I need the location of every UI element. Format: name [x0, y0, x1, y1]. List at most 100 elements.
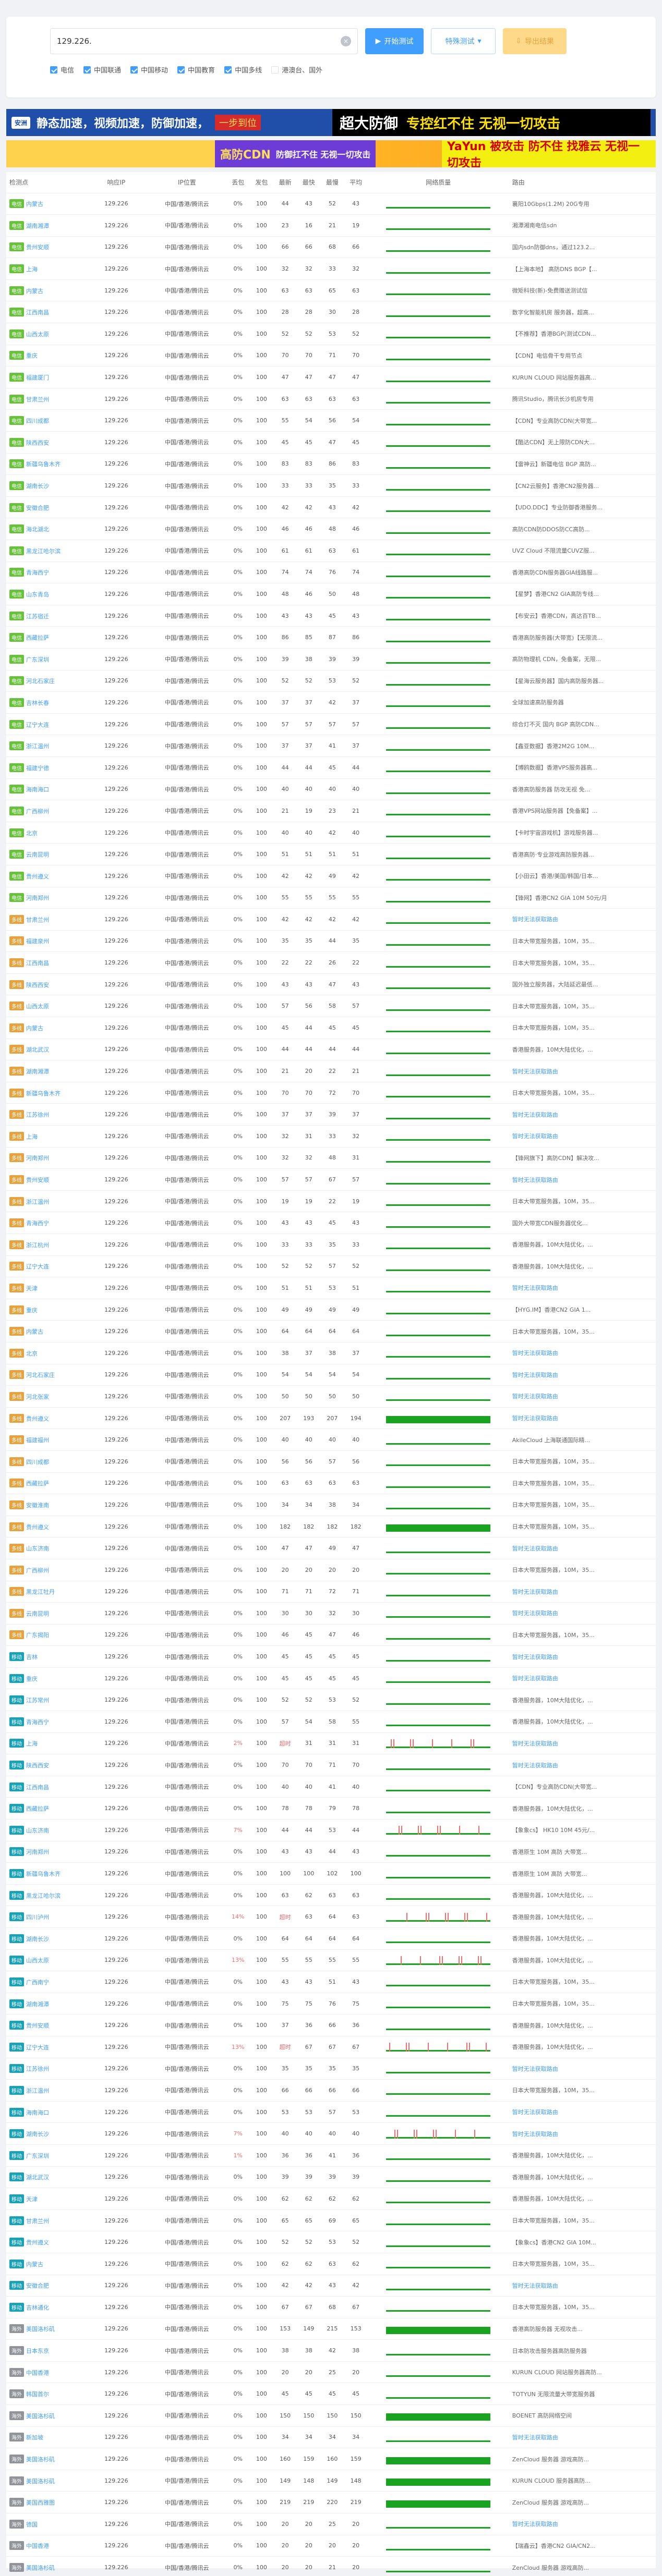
col-geo[interactable]: IP位置 — [148, 172, 226, 193]
cell-route[interactable]: 暂时无法获取路由 — [509, 1364, 656, 1386]
route-link[interactable]: 暂时无法获取路由 — [512, 1285, 558, 1291]
cell-route[interactable]: 暂时无法获取路由 — [509, 1385, 656, 1408]
cell-route[interactable]: 暂时无法获取路由 — [509, 1581, 656, 1603]
filter-checkbox[interactable]: 港澳台、国外 — [271, 65, 322, 75]
filter-checkbox[interactable]: 电信 — [50, 65, 74, 75]
col-sent[interactable]: 发包 — [249, 172, 273, 193]
filter-checkbox[interactable]: 中国教育 — [177, 65, 215, 75]
quality-sparkline — [386, 2413, 491, 2421]
cell-node: 电信 江苏宿迁 — [6, 605, 85, 627]
route-link[interactable]: 暂时无法获取路由 — [512, 1740, 558, 1747]
isp-badge: 移动 — [9, 1761, 24, 1770]
route-link[interactable]: 暂时无法获取路由 — [512, 2109, 558, 2116]
col-avg[interactable]: 平均 — [344, 172, 368, 193]
checkbox-icon[interactable] — [177, 66, 185, 74]
col-worst[interactable]: 最慢 — [320, 172, 344, 193]
col-last[interactable]: 最新 — [273, 172, 297, 193]
cell-route[interactable]: 暂时无法获取路由 — [509, 1125, 656, 1147]
route-link[interactable]: 暂时无法获取路由 — [512, 1393, 558, 1400]
route-link[interactable]: 暂时无法获取路由 — [512, 1589, 558, 1595]
cell-ip: 129.226 — [85, 1862, 148, 1885]
col-quality[interactable]: 网络质量 — [367, 172, 509, 193]
cell-quality — [367, 1776, 509, 1798]
cell-route[interactable]: 暂时无法获取路由 — [509, 2275, 656, 2297]
cell-route[interactable]: 暂时无法获取路由 — [509, 1407, 656, 1430]
cell-sent: 100 — [249, 822, 273, 844]
filter-checkbox[interactable]: 中国多线 — [224, 65, 262, 75]
route-link[interactable]: 暂时无法获取路由 — [512, 1372, 558, 1378]
search-value[interactable]: 129.226. — [57, 36, 341, 46]
col-best[interactable]: 最快 — [297, 172, 321, 193]
route-link[interactable]: 暂时无法获取路由 — [512, 1112, 558, 1118]
ad-banner-top[interactable]: 安洲 静态加速，视频加速，防御加速， 一步到位 超大防御 专控红不住 无视一切攻… — [6, 109, 656, 136]
filter-checkbox[interactable]: 中国联通 — [83, 65, 121, 75]
ad-banner-bottom[interactable]: 高防CDN 防御扛不住 无视一切攻击 YaYun 被攻击 防不住 找雅云 无视一… — [6, 140, 656, 167]
route-link[interactable]: 暂时无法获取路由 — [512, 1177, 558, 1183]
cell-route[interactable]: 暂时无法获取路由 — [509, 1667, 656, 1690]
cell-geo: 中国/香港/腾讯云 — [148, 800, 226, 822]
clear-icon[interactable]: × — [341, 36, 351, 46]
route-link[interactable]: 暂时无法获取路由 — [512, 1545, 558, 1552]
route-link[interactable]: 暂时无法获取路由 — [512, 1350, 558, 1357]
cell-route[interactable]: 暂时无法获取路由 — [509, 2513, 656, 2535]
isp-badge: 多线 — [9, 1522, 24, 1531]
cell-quality — [367, 474, 509, 497]
cell-route[interactable]: 暂时无法获取路由 — [509, 2426, 656, 2449]
route-text: 香港原生 10M 高防 大带宽... — [512, 1848, 587, 1855]
col-node[interactable]: 检测点 — [6, 172, 85, 193]
route-link[interactable]: 暂时无法获取路由 — [512, 2131, 558, 2138]
cell-route[interactable]: 暂时无法获取路由 — [509, 2058, 656, 2080]
cell-route[interactable]: 暂时无法获取路由 — [509, 2122, 656, 2145]
search-input[interactable]: 129.226. × — [50, 28, 358, 54]
cell-geo: 中国/香港/腾讯云 — [148, 2058, 226, 2080]
cell-route[interactable]: 暂时无法获取路由 — [509, 1168, 656, 1191]
cell-worst: 57 — [320, 1255, 344, 1278]
cell-avg: 100 — [344, 1862, 368, 1885]
checkbox-icon[interactable] — [271, 66, 279, 74]
cell-route[interactable]: 暂时无法获取路由 — [509, 2101, 656, 2123]
checkbox-icon[interactable] — [83, 66, 91, 74]
cell-route[interactable]: 暂时无法获取路由 — [509, 1342, 656, 1364]
route-link[interactable]: 暂时无法获取路由 — [512, 916, 558, 923]
route-link[interactable]: 暂时无法获取路由 — [512, 1762, 558, 1769]
route-link[interactable]: 暂时无法获取路由 — [512, 2521, 558, 2528]
route-link[interactable]: 暂时无法获取路由 — [512, 1610, 558, 1617]
col-ip[interactable]: 响应IP — [85, 172, 148, 193]
cell-route[interactable]: 暂时无法获取路由 — [509, 1103, 656, 1126]
route-link[interactable]: 暂时无法获取路由 — [512, 2434, 558, 2441]
cell-route[interactable]: 暂时无法获取路由 — [509, 1060, 656, 1082]
isp-badge: 多线 — [9, 958, 24, 968]
cell-geo: 中国/香港/腾讯云 — [148, 1776, 226, 1798]
route-link[interactable]: 暂时无法获取路由 — [512, 1068, 558, 1075]
export-button[interactable]: ⇩ 导出结果 — [503, 28, 567, 54]
checkbox-icon[interactable] — [130, 66, 138, 74]
route-link[interactable]: 暂时无法获取路由 — [512, 1415, 558, 1422]
quality-sparkline — [386, 337, 491, 339]
cell-route[interactable]: 暂时无法获取路由 — [509, 908, 656, 931]
checkbox-icon[interactable] — [50, 66, 57, 74]
cell-route[interactable]: 暂时无法获取路由 — [509, 1732, 656, 1755]
cell-ip: 129.226 — [85, 1906, 148, 1928]
node-location: 美国西雅图 — [26, 2499, 55, 2507]
cell-route[interactable]: 暂时无法获取路由 — [509, 1277, 656, 1299]
cell-route[interactable]: 暂时无法获取路由 — [509, 1645, 656, 1668]
col-loss[interactable]: 丢包 — [226, 172, 250, 193]
cell-avg: 53 — [344, 2101, 368, 2123]
route-link[interactable]: 暂时无法获取路由 — [512, 2282, 558, 2289]
cell-route[interactable]: 暂时无法获取路由 — [509, 1754, 656, 1776]
cell-route[interactable]: 暂时无法获取路由 — [509, 1602, 656, 1625]
filter-checkbox[interactable]: 中国移动 — [130, 65, 168, 75]
cell-last: 32 — [273, 1147, 297, 1169]
special-test-button[interactable]: 特殊测试 ▾ — [431, 28, 496, 54]
cell-route[interactable]: 暂时无法获取路由 — [509, 1537, 656, 1559]
col-route[interactable]: 路由 — [509, 172, 656, 193]
route-link[interactable]: 暂时无法获取路由 — [512, 2066, 558, 2072]
cell-sent: 100 — [249, 1624, 273, 1646]
checkbox-icon[interactable] — [224, 66, 232, 74]
route-link[interactable]: 暂时无法获取路由 — [512, 1675, 558, 1682]
table-row: 移动 新疆乌鲁木齐 129.226 中国/香港/腾讯云 0% 100 100 100 102 10… — [6, 1862, 656, 1885]
cell-last: 55 — [273, 887, 297, 909]
start-test-button[interactable]: ▶ 开始测试 — [365, 28, 424, 54]
route-link[interactable]: 暂时无法获取路由 — [512, 1654, 558, 1661]
route-link[interactable]: 暂时无法获取路由 — [512, 1133, 558, 1140]
